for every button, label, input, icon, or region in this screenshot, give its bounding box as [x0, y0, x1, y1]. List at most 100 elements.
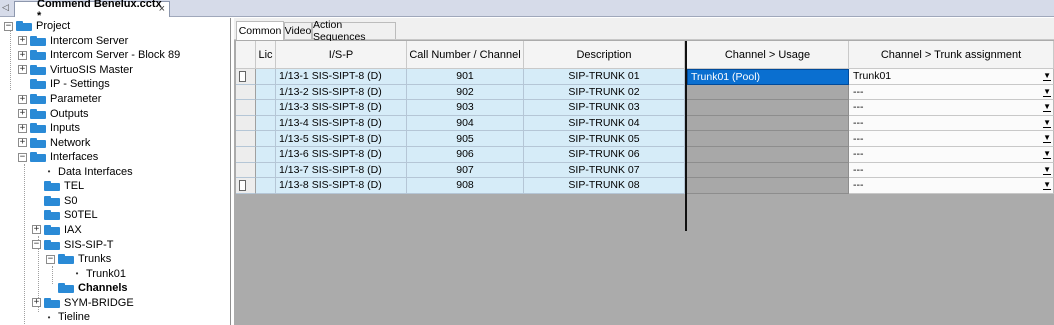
tree-node-channels[interactable]: Channels [46, 281, 128, 296]
collapse-icon[interactable]: − [32, 240, 41, 249]
document-tab[interactable]: Commend Benelux.cctx * × [14, 0, 170, 22]
expand-icon[interactable]: + [18, 109, 27, 119]
cell-isp[interactable]: 1/13-8 SIS-SIPT-8 (D) [276, 178, 407, 194]
tree-node-virtuosis-master[interactable]: + VirtuoSIS Master [18, 63, 133, 78]
tree-node-ip-settings[interactable]: IP - Settings [18, 77, 110, 92]
table-row[interactable]: 1/13-3 SIS-SIPT-8 (D) 903 SIP-TRUNK 03 --- ▼ [236, 100, 1054, 116]
cell-description[interactable]: SIP-TRUNK 01 [524, 69, 685, 85]
cell-lic[interactable] [256, 147, 276, 163]
cell-call-number[interactable]: 903 [407, 100, 524, 116]
tree-node-inputs[interactable]: + Inputs [18, 121, 80, 136]
cell-description[interactable]: SIP-TRUNK 07 [524, 162, 685, 179]
cell-isp[interactable]: 1/13-6 SIS-SIPT-8 (D) [276, 147, 407, 163]
expand-icon[interactable]: + [18, 36, 27, 46]
trunk-assignment-dropdown[interactable]: --- ▼ [849, 84, 1054, 101]
cell-isp[interactable]: 1/13-5 SIS-SIPT-8 (D) [276, 131, 407, 147]
collapse-icon[interactable]: − [4, 21, 13, 31]
tree-node-interfaces[interactable]: − Interfaces [18, 150, 98, 165]
cell-lic[interactable] [256, 131, 276, 147]
cell-description[interactable]: SIP-TRUNK 05 [524, 131, 685, 147]
cell-call-number[interactable]: 902 [407, 84, 524, 101]
collapse-icon[interactable]: − [46, 254, 55, 264]
cell-isp[interactable]: 1/13-1 SIS-SIPT-8 (D) [276, 69, 407, 85]
cell-lic[interactable] [256, 69, 276, 85]
cell-lic[interactable] [256, 178, 276, 194]
tree-node-s0[interactable]: S0 [32, 194, 77, 209]
expand-icon[interactable]: + [18, 94, 27, 104]
cell-lic[interactable] [256, 162, 276, 179]
cell-call-number[interactable]: 906 [407, 147, 524, 163]
cell-lic[interactable] [256, 115, 276, 132]
row-selector[interactable] [236, 69, 256, 85]
chevron-down-icon[interactable]: ▼ [1043, 87, 1051, 97]
chevron-down-icon[interactable]: ▼ [1043, 165, 1051, 175]
cell-description[interactable]: SIP-TRUNK 08 [524, 178, 685, 194]
trunk-assignment-dropdown[interactable]: --- ▼ [849, 115, 1054, 132]
header-call-number[interactable]: Call Number / Channel [407, 41, 524, 69]
chevron-down-icon[interactable]: ▼ [1043, 103, 1051, 113]
tree-node-outputs[interactable]: + Outputs [18, 106, 89, 121]
expand-icon[interactable]: + [18, 123, 27, 133]
expand-icon[interactable]: + [32, 225, 41, 235]
cell-lic[interactable] [256, 100, 276, 116]
tree-node-intercom-server[interactable]: + Intercom Server [18, 34, 128, 49]
header-trunk-assignment[interactable]: Channel > Trunk assignment [849, 41, 1054, 69]
cell-lic[interactable] [256, 84, 276, 101]
trunk-assignment-dropdown[interactable]: Trunk01 ▼ [849, 69, 1054, 85]
project-tree[interactable]: − Project + Intercom Server + Intercom Server… [0, 18, 231, 325]
table-row[interactable]: 1/13-8 SIS-SIPT-8 (D) 908 SIP-TRUNK 08 --- ▼ [236, 178, 1054, 194]
row-selector[interactable] [236, 84, 256, 101]
chevron-down-icon[interactable]: ▼ [1043, 118, 1051, 128]
row-selector[interactable] [236, 178, 256, 194]
tree-node-intercom-server-block-89[interactable]: + Intercom Server - Block 89 [18, 48, 180, 63]
expand-icon[interactable]: + [18, 50, 27, 60]
collapse-icon[interactable]: − [18, 152, 27, 162]
cell-call-number[interactable]: 904 [407, 115, 524, 132]
tab-scroll-left-icon[interactable]: ◁ [2, 2, 12, 15]
tree-node-trunks[interactable]: − Trunks [46, 252, 111, 267]
tab-common[interactable]: Common [236, 21, 284, 40]
cell-description[interactable]: SIP-TRUNK 03 [524, 100, 685, 116]
tree-node-sis-sip-t[interactable]: − SIS-SIP-T [32, 237, 114, 252]
row-selector[interactable] [236, 162, 256, 179]
cell-isp[interactable]: 1/13-7 SIS-SIPT-8 (D) [276, 162, 407, 179]
table-row[interactable]: 1/13-5 SIS-SIPT-8 (D) 905 SIP-TRUNK 05 --- ▼ [236, 131, 1054, 147]
chevron-down-icon[interactable]: ▼ [1043, 181, 1051, 191]
tree-node-network[interactable]: + Network [18, 135, 90, 150]
tree-node-tieline[interactable]: • Tieline [32, 310, 90, 325]
tab-action-sequences[interactable]: Action Sequences [312, 19, 396, 43]
trunk-assignment-dropdown[interactable]: --- ▼ [849, 178, 1054, 194]
tree-node-project[interactable]: − Project [4, 19, 70, 34]
cell-call-number[interactable]: 907 [407, 162, 524, 179]
table-row[interactable]: 1/13-6 SIS-SIPT-8 (D) 906 SIP-TRUNK 06 --- ▼ [236, 147, 1054, 163]
cell-description[interactable]: SIP-TRUNK 02 [524, 84, 685, 101]
cell-description[interactable]: SIP-TRUNK 06 [524, 147, 685, 163]
row-selector[interactable] [236, 131, 256, 147]
row-selector[interactable] [236, 147, 256, 163]
table-row[interactable]: 1/13-7 SIS-SIPT-8 (D) 907 SIP-TRUNK 07 --- ▼ [236, 162, 1054, 179]
header-lic[interactable]: Lic [256, 41, 276, 69]
tree-node-data-interfaces[interactable]: • Data Interfaces [32, 165, 133, 180]
trunk-assignment-dropdown[interactable]: --- ▼ [849, 147, 1054, 163]
chevron-down-icon[interactable]: ▼ [1043, 72, 1051, 81]
table-row[interactable]: 1/13-4 SIS-SIPT-8 (D) 904 SIP-TRUNK 04 --- ▼ [236, 115, 1054, 132]
trunk-assignment-dropdown[interactable]: --- ▼ [849, 100, 1054, 116]
expand-icon[interactable]: + [18, 138, 27, 148]
tab-video[interactable]: Video [284, 22, 312, 39]
cell-isp[interactable]: 1/13-4 SIS-SIPT-8 (D) [276, 115, 407, 132]
cell-channel-usage[interactable]: Trunk01 (Pool) [687, 69, 849, 85]
tree-node-tel[interactable]: TEL [32, 179, 84, 194]
cell-isp[interactable]: 1/13-2 SIS-SIPT-8 (D) [276, 84, 407, 101]
chevron-down-icon[interactable]: ▼ [1043, 134, 1051, 144]
trunk-assignment-dropdown[interactable]: --- ▼ [849, 131, 1054, 147]
header-channel-usage[interactable]: Channel > Usage [687, 41, 849, 69]
trunk-assignment-dropdown[interactable]: --- ▼ [849, 162, 1054, 179]
tree-node-trunk01[interactable]: • Trunk01 [60, 266, 126, 281]
table-row[interactable]: 1/13-1 SIS-SIPT-8 (D) 901 SIP-TRUNK 01 Trun… [236, 69, 1054, 85]
expand-icon[interactable]: + [18, 65, 27, 75]
close-icon[interactable]: × [159, 3, 165, 15]
tree-node-parameter[interactable]: + Parameter [18, 92, 101, 107]
tree-node-s0tel[interactable]: S0TEL [32, 208, 98, 223]
table-row[interactable]: 1/13-2 SIS-SIPT-8 (D) 902 SIP-TRUNK 02 --- ▼ [236, 84, 1054, 101]
cell-call-number[interactable]: 905 [407, 131, 524, 147]
